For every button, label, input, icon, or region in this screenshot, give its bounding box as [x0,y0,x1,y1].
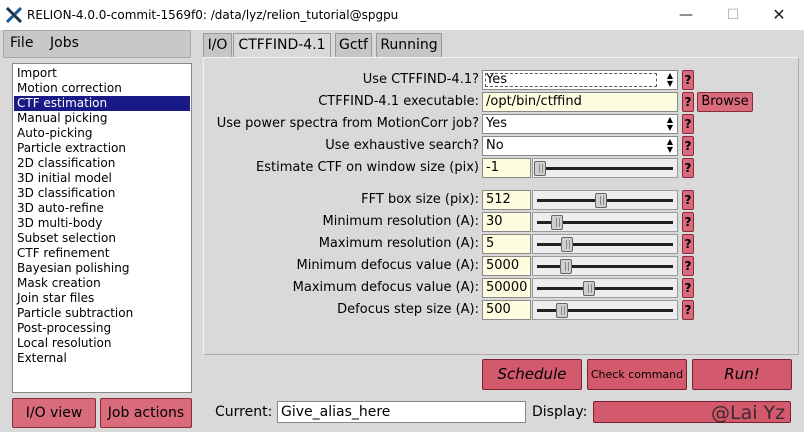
job-type-item[interactable]: Post-processing [14,321,190,336]
fft-box-size-slider[interactable] [532,190,678,210]
schedule-button[interactable]: Schedule [482,359,582,390]
use-exhaustive-value: No [486,138,504,153]
min-resolution-label: Minimum resolution (A): [322,214,479,229]
close-button[interactable]: ✕ [764,4,794,26]
min-defocus-slider[interactable] [532,256,678,276]
updown-arrows-icon: ▲ ▼ [666,137,673,154]
help-button[interactable]: ? [682,158,694,178]
min-defocus-input[interactable]: 5000 [482,256,531,276]
defocus-step-label: Defocus step size (A): [337,302,479,317]
title-bar: RELION-4.0.0-commit-1569f0: /data/lyz/re… [0,0,804,30]
job-type-item[interactable]: Subset selection [14,231,190,246]
ctffind-executable-input[interactable]: /opt/bin/ctffind [482,92,678,112]
help-button[interactable]: ? [682,212,694,232]
slider-handle[interactable] [561,237,574,252]
max-resolution-input[interactable]: 5 [482,234,531,254]
updown-arrows-icon: ▲ ▼ [666,71,673,88]
max-defocus-slider[interactable] [532,278,678,298]
help-button[interactable]: ? [682,136,694,156]
min-resolution-input[interactable]: 30 [482,212,531,232]
slider-handle[interactable] [550,215,563,230]
max-defocus-label: Maximum defocus value (A): [292,280,479,295]
check-command-button[interactable]: Check command [587,359,687,390]
job-type-item[interactable]: Bayesian polishing [14,261,190,276]
ctffind-executable-label: CTFFIND-4.1 executable: [318,94,479,109]
min-resolution-slider[interactable] [532,212,678,232]
fft-box-size-label: FFT box size (pix): [361,192,479,207]
tab-ctffind[interactable]: CTFFIND-4.1 [233,33,331,57]
slider-handle[interactable] [583,281,596,296]
fft-box-size-input[interactable]: 512 [482,190,531,210]
relion-logo-icon [6,7,22,23]
job-type-list[interactable]: Import Motion correction CTF estimation … [12,63,192,393]
help-button[interactable]: ? [682,114,694,134]
current-label: Current: [215,404,273,420]
defocus-step-slider[interactable] [532,300,678,320]
browse-button[interactable]: Browse [697,92,753,112]
max-resolution-slider[interactable] [532,234,678,254]
job-type-item[interactable]: Particle extraction [14,141,190,156]
job-actions-button[interactable]: Job actions [100,398,192,428]
slider-handle[interactable] [595,193,608,208]
defocus-step-input[interactable]: 500 [482,300,531,320]
job-type-item[interactable]: External [14,351,190,366]
window-size-slider[interactable] [532,158,678,178]
use-exhaustive-choice[interactable]: No ▲ ▼ [482,136,678,156]
menu-file[interactable]: File [10,35,33,51]
use-exhaustive-label: Use exhaustive search? [325,138,479,153]
job-type-item[interactable]: Auto-picking [14,126,190,141]
job-type-item[interactable]: Local resolution [14,336,190,351]
window-size-input[interactable]: -1 [482,158,531,178]
help-button[interactable]: ? [682,278,694,298]
min-defocus-label: Minimum defocus value (A): [296,258,479,273]
minimize-button[interactable]: — [671,4,701,26]
slider-handle[interactable] [560,259,572,274]
help-button[interactable]: ? [682,190,694,210]
help-button[interactable]: ? [682,92,694,112]
window-title: RELION-4.0.0-commit-1569f0: /data/lyz/re… [27,8,399,22]
maximize-button[interactable]: ☐ [718,4,748,26]
display-label: Display: [532,404,588,420]
window-size-label: Estimate CTF on window size (pix) [256,160,479,175]
use-ctffind-choice[interactable]: Yes ▲ ▼ [482,70,678,90]
slider-handle[interactable] [534,161,546,176]
job-type-item[interactable]: CTF refinement [14,246,190,261]
menu-bar: File Jobs [3,30,191,58]
tab-running[interactable]: Running [376,33,442,57]
job-type-item[interactable]: Mask creation [14,276,190,291]
job-type-item[interactable]: 2D classification [14,156,190,171]
help-button[interactable]: ? [682,256,694,276]
max-resolution-label: Maximum resolution (A): [318,236,479,251]
run-button[interactable]: Run! [692,359,792,390]
slider-handle[interactable] [556,303,569,318]
help-button[interactable]: ? [682,234,694,254]
job-type-item[interactable]: 3D auto-refine [14,201,190,216]
use-ctffind-label: Use CTFFIND-4.1? [362,72,479,87]
job-type-item[interactable]: 3D classification [14,186,190,201]
tab-gctf[interactable]: Gctf [335,33,372,57]
job-type-item[interactable]: Manual picking [14,111,190,126]
job-type-item[interactable]: Particle subtraction [14,306,190,321]
use-power-spectra-label: Use power spectra from MotionCorr job? [216,116,479,131]
updown-arrows-icon: ▲ ▼ [666,115,673,132]
max-defocus-input[interactable]: 50000 [482,278,531,298]
menu-jobs[interactable]: Jobs [50,35,79,51]
use-power-spectra-value: Yes [486,116,507,131]
watermark: @Lai Yz [711,402,786,424]
job-type-item[interactable]: Join star files [14,291,190,306]
job-type-item[interactable]: 3D multi-body [14,216,190,231]
help-button[interactable]: ? [682,70,694,90]
job-type-item[interactable]: Import [14,66,190,81]
help-button[interactable]: ? [682,300,694,320]
job-alias-input[interactable]: Give_alias_here [277,401,526,423]
job-type-item[interactable]: Motion correction [14,81,190,96]
job-type-item-selected[interactable]: CTF estimation [14,96,190,111]
use-power-spectra-choice[interactable]: Yes ▲ ▼ [482,114,678,134]
job-type-item[interactable]: 3D initial model [14,171,190,186]
tab-io[interactable]: I/O [203,33,232,57]
io-view-button[interactable]: I/O view [12,398,96,428]
